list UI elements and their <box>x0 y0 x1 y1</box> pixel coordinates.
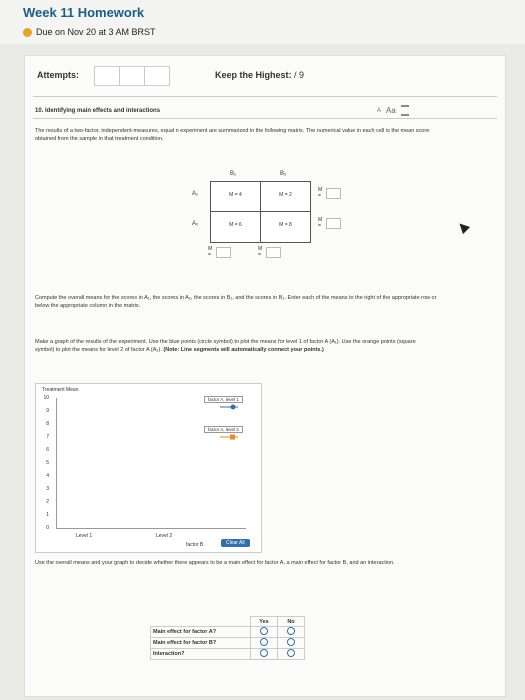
compute-instructions: Compute the overall means for the scores… <box>35 295 437 309</box>
attempt-box-1 <box>94 66 120 86</box>
row-label-factor-a: Main effect for factor A? <box>150 626 251 638</box>
x-tick-level1: Level 1 <box>76 533 93 539</box>
cell-a2-b1: M = 6 <box>229 222 242 228</box>
row-label-factor-b: Main effect for factor B? <box>150 637 251 649</box>
cell-a2-b2: M = 8 <box>279 222 292 228</box>
font-small-button[interactable]: A <box>377 108 381 114</box>
circle-point-tool[interactable] <box>218 403 240 411</box>
col-mean-b1: M = <box>208 246 232 258</box>
factor-b-yes-radio[interactable] <box>260 638 268 646</box>
row-mean-a1-input[interactable] <box>325 187 342 199</box>
clock-icon <box>23 27 32 37</box>
y-tick: 10 <box>43 395 49 401</box>
no-header: No <box>277 616 305 627</box>
y-axis <box>56 398 57 528</box>
col-header-b1: B₁ <box>230 171 237 177</box>
font-large-button[interactable]: Aa <box>386 106 396 115</box>
matrix-grid: M = 4 M = 2 M = 6 M = 8 <box>210 181 311 243</box>
interaction-yes-radio[interactable] <box>260 649 268 657</box>
attempts-boxes <box>94 66 170 86</box>
attempt-box-2 <box>119 66 145 86</box>
col-mean-b2-input[interactable] <box>265 246 282 258</box>
attempt-box-3 <box>144 66 170 86</box>
divider <box>33 118 497 119</box>
factor-a-yes-radio[interactable] <box>260 627 268 635</box>
menu-icon[interactable] <box>400 105 409 116</box>
row-label-interaction: Interaction? <box>150 648 251 660</box>
row-mean-a2: M = <box>318 217 342 229</box>
clear-all-button[interactable]: Clear All <box>221 539 250 547</box>
y-tick: 0 <box>46 525 49 531</box>
cell-a1-b1: M = 4 <box>229 192 242 198</box>
row-header-a1: A₁ <box>192 191 199 197</box>
question-title: 10. Identifying main effects and interac… <box>35 108 161 114</box>
intro-text: The results of a two-factor, independent… <box>35 128 430 142</box>
keep-value: / 9 <box>294 70 305 80</box>
question-panel: Attempts: Keep the Highest: / 9 10. Iden… <box>24 55 506 697</box>
col-mean-b2: M = <box>258 246 282 258</box>
interaction-no-radio[interactable] <box>287 649 295 657</box>
keep-label: Keep the Highest: <box>215 70 292 80</box>
y-tick: 4 <box>46 473 49 479</box>
y-tick: 3 <box>46 486 49 492</box>
y-tick: 8 <box>46 421 49 427</box>
keep-highest: Keep the Highest: / 9 <box>215 70 304 80</box>
attempts-label: Attempts: <box>37 70 79 80</box>
page-title: Week 11 Homework <box>23 5 145 20</box>
due-text: Due on Nov 20 at 3 AM BRST <box>36 27 156 37</box>
plot-area[interactable]: Treatment Mean 10 9 8 7 6 5 4 3 2 1 0 Le… <box>35 383 262 553</box>
x-axis <box>56 528 246 529</box>
factor-b-no-radio[interactable] <box>287 638 295 646</box>
row-mean-a2-input[interactable] <box>325 217 342 229</box>
row-mean-a1: M = <box>318 187 342 199</box>
x-tick-level2: Level 2 <box>156 533 173 539</box>
y-tick: 9 <box>46 408 49 414</box>
factor-a-no-radio[interactable] <box>287 627 295 635</box>
legend-level2: factor A, level 2 <box>204 426 243 433</box>
x-axis-label: factor B <box>186 542 204 548</box>
cell-a1-b2: M = 2 <box>279 192 292 198</box>
y-tick: 5 <box>46 460 49 466</box>
y-tick: 6 <box>46 447 49 453</box>
yes-header: Yes <box>250 616 278 627</box>
legend-level1: factor A, level 1 <box>204 396 243 403</box>
effects-table: Yes No Main effect for factor A? Main ef… <box>150 616 305 660</box>
due-date: Due on Nov 20 at 3 AM BRST <box>23 27 156 37</box>
y-axis-title: Treatment Mean <box>42 387 79 393</box>
square-point-tool[interactable] <box>218 433 240 441</box>
graph-instructions: Make a graph of the results of the exper… <box>35 339 416 353</box>
divider <box>33 96 497 97</box>
page-header: Week 11 Homework Due on Nov 20 at 3 AM B… <box>0 0 525 44</box>
y-tick: 1 <box>46 512 49 518</box>
col-header-b2: B₂ <box>280 171 287 177</box>
y-tick: 2 <box>46 499 49 505</box>
row-header-a2: A₂ <box>192 221 199 227</box>
font-controls[interactable]: A Aa <box>377 105 409 116</box>
y-tick: 7 <box>46 434 49 440</box>
col-mean-b1-input[interactable] <box>215 246 232 258</box>
conclusion-instructions: Use the overall means and your graph to … <box>35 560 395 566</box>
